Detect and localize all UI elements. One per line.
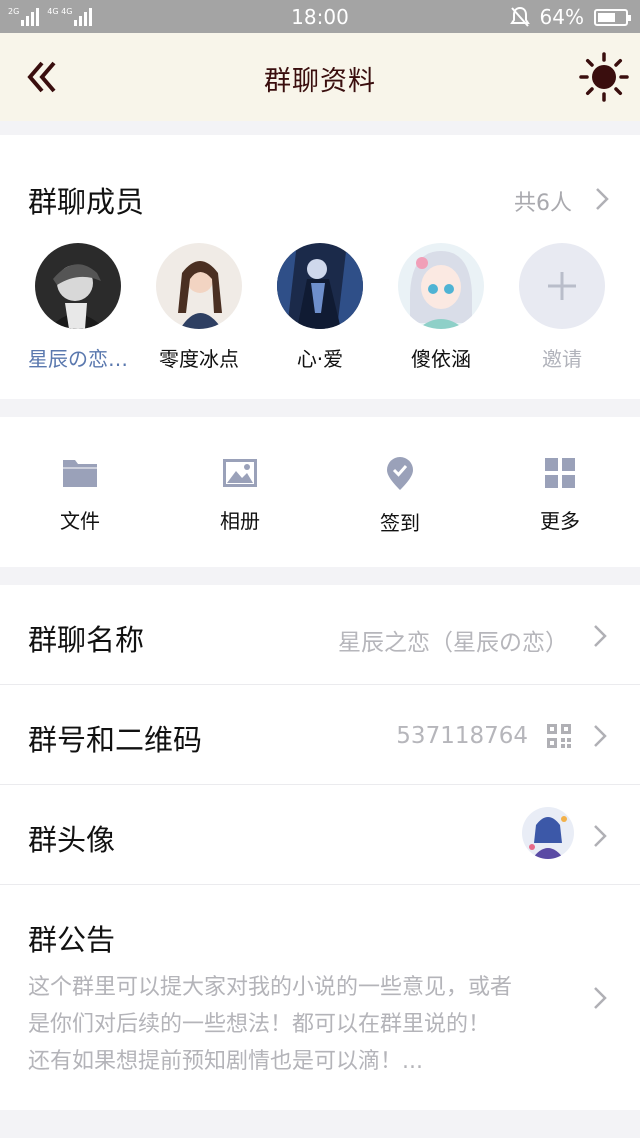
add-member-button[interactable] <box>519 243 605 329</box>
status-right: 64% <box>509 5 631 29</box>
action-album[interactable]: 相册 <box>180 457 300 534</box>
members-count[interactable]: 共6人 <box>514 185 572 217</box>
image-icon <box>223 459 257 487</box>
row-label: 群号和二维码 <box>28 723 203 757</box>
group-settings: 群聊名称 星辰之恋（星辰の恋） 群号和二维码 537118764 群头像 群公告… <box>0 585 640 1110</box>
status-bar: 2G 4G 4G 18:00 64% <box>0 0 640 33</box>
member-item[interactable]: 零度冰点 <box>139 243 259 372</box>
action-label: 文件 <box>60 509 100 533</box>
chevron-right-icon <box>594 825 607 847</box>
battery-percent: 64% <box>539 5 584 29</box>
group-avatar-thumbnail <box>522 807 574 859</box>
row-label: 群公告 <box>28 923 116 957</box>
invite-item[interactable]: 邀请 <box>502 243 622 372</box>
action-label: 更多 <box>540 509 580 533</box>
member-name: 心·爱 <box>296 347 344 371</box>
page-title: 群聊资料 <box>264 66 376 97</box>
avatar[interactable] <box>156 243 242 329</box>
action-label: 相册 <box>220 509 260 533</box>
group-name-row[interactable]: 群聊名称 星辰之恋（星辰の恋） <box>0 585 640 685</box>
group-name-value: 星辰之恋（星辰の恋） <box>338 630 568 656</box>
chevron-right-icon <box>594 987 607 1009</box>
member-item[interactable]: 心·爱 <box>260 243 380 372</box>
chevron-right-icon <box>594 725 607 747</box>
plus-icon <box>548 272 576 300</box>
grid-icon <box>545 458 575 488</box>
action-files[interactable]: 文件 <box>20 457 140 534</box>
action-more[interactable]: 更多 <box>500 457 620 534</box>
bell-muted-icon <box>509 6 530 27</box>
qr-code-icon <box>547 724 571 748</box>
avatar[interactable] <box>35 243 121 329</box>
avatar[interactable] <box>398 243 484 329</box>
notice-line: 还有如果想提前预知剧情也是可以滴！... <box>28 1049 423 1074</box>
group-avatar-row[interactable]: 群头像 <box>0 785 640 885</box>
row-label: 群头像 <box>28 823 116 857</box>
member-name: 零度冰点 <box>159 347 239 371</box>
chevron-right-icon <box>594 625 607 647</box>
member-name: 星辰の恋… <box>28 347 128 371</box>
battery-icon <box>594 8 631 26</box>
battery-fill <box>598 12 615 22</box>
invite-label: 邀请 <box>542 347 582 371</box>
notice-line: 这个群里可以提大家对我的小说的一些意见，或者 <box>28 975 513 1000</box>
member-item[interactable]: 傻依涵 <box>381 243 501 372</box>
group-number-row[interactable]: 群号和二维码 537118764 <box>0 685 640 785</box>
action-checkin[interactable]: 签到 <box>340 457 460 536</box>
group-number-value: 537118764 <box>396 723 528 749</box>
avatar[interactable] <box>277 243 363 329</box>
members-title: 群聊成员 <box>28 185 145 219</box>
header-bar: 群聊资料 <box>0 33 640 121</box>
member-name: 傻依涵 <box>411 347 471 371</box>
theme-toggle-button[interactable] <box>578 51 630 103</box>
group-notice-row[interactable]: 群公告 这个群里可以提大家对我的小说的一些意见，或者 是你们对后续的一些想法！都… <box>0 885 640 1093</box>
sun-icon <box>579 52 629 102</box>
member-item[interactable]: 星辰の恋… <box>18 243 138 372</box>
notice-text: 这个群里可以提大家对我的小说的一些意见，或者 是你们对后续的一些想法！都可以在群… <box>28 969 588 1080</box>
row-label: 群聊名称 <box>28 623 145 657</box>
notice-line: 是你们对后续的一些想法！都可以在群里说的！ <box>28 1012 491 1037</box>
quick-actions: 文件 相册 签到 更多 <box>0 417 640 567</box>
action-label: 签到 <box>380 511 420 535</box>
folder-icon <box>63 460 97 487</box>
checkin-pin-icon <box>387 457 413 490</box>
chevron-right-icon[interactable] <box>594 186 610 212</box>
members-section: 群聊成员 共6人 星辰の恋… 零度冰点 心·爱 傻依涵 邀请 <box>0 135 640 399</box>
